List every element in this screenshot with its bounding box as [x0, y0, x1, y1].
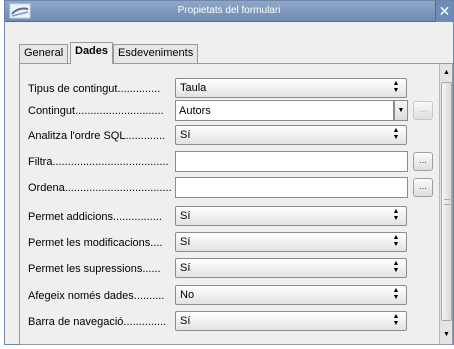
allow-modifications-value: Sí	[180, 236, 191, 248]
navigation-bar-value: Sí	[180, 315, 191, 327]
navigation-bar-label: Barra de navegació..............	[28, 316, 167, 328]
title-bar[interactable]: Propietats del formulari ✕	[5, 1, 453, 22]
tab-dades[interactable]: Dades	[70, 42, 114, 64]
filter-field[interactable]	[175, 151, 408, 172]
allow-modifications-listbox[interactable]: Sí ▲ ▼	[175, 232, 407, 252]
row-sort: Ordena..................................…	[20, 176, 436, 202]
close-button[interactable]: ✕	[435, 1, 453, 22]
chevron-down-icon: ▼	[397, 107, 405, 114]
add-data-only-value: No	[180, 289, 195, 301]
allow-deletions-listbox[interactable]: Sí ▲ ▼	[175, 258, 407, 278]
scroll-down-arrow-icon[interactable]: ▼	[440, 328, 452, 342]
form-properties-dialog: Propietats del formulari ✕ General Dades…	[4, 0, 454, 345]
navigation-bar-listbox[interactable]: Sí ▲ ▼	[175, 311, 407, 331]
content-type-listbox[interactable]: Taula ▲ ▼	[175, 78, 407, 98]
content-type-value: Taula	[180, 82, 207, 94]
tab-esdeveniments[interactable]: Esdeveniments	[113, 44, 199, 63]
scroll-up-arrow-icon[interactable]: ▲	[440, 66, 452, 80]
add-data-only-label: Afegeix només dades..........	[28, 290, 165, 302]
sort-ellipsis-button[interactable]: ...	[413, 178, 433, 197]
content-ellipsis-button[interactable]: ...	[413, 101, 433, 120]
spin-arrows-icon: ▲ ▼	[392, 127, 400, 141]
allow-additions-value: Sí	[180, 210, 191, 222]
analyze-sql-label: Analitza l'ordre SQL.............	[28, 130, 166, 142]
content-label: Contingut.............................	[28, 105, 164, 117]
add-data-only-listbox[interactable]: No ▲ ▼	[175, 285, 407, 305]
spin-arrows-icon: ▲ ▼	[392, 80, 400, 94]
grip-icon	[444, 199, 450, 205]
allow-modifications-label: Permet les modificacions....	[28, 237, 163, 249]
vertical-scrollbar[interactable]: ▲ ▼	[439, 64, 452, 344]
close-icon: ✕	[438, 3, 451, 19]
row-filter: Filtra..................................…	[20, 150, 436, 176]
allow-deletions-value: Sí	[180, 262, 191, 274]
row-allow-additions: Permet addicions................ Sí ▲ ▼	[20, 205, 436, 231]
content-value: Autors	[179, 105, 211, 117]
data-properties-panel: Tipus de contingut.............. Taula ▲…	[19, 63, 453, 345]
spin-arrows-icon: ▲ ▼	[392, 287, 400, 301]
tab-general[interactable]: General	[19, 44, 69, 63]
spin-arrows-icon: ▲ ▼	[392, 313, 400, 327]
spin-arrows-icon: ▲ ▼	[392, 234, 400, 248]
spin-arrows-icon: ▲ ▼	[392, 208, 400, 222]
row-navigation-bar: Barra de navegació.............. Sí ▲ ▼	[20, 310, 436, 336]
row-analyze-sql: Analitza l'ordre SQL............. Sí ▲ ▼	[20, 124, 436, 150]
row-content: Contingut............................. A…	[20, 99, 436, 125]
allow-deletions-label: Permet les supressions......	[28, 263, 161, 275]
scroll-thumb[interactable]	[441, 82, 452, 321]
row-allow-deletions: Permet les supressions...... Sí ▲ ▼	[20, 257, 436, 283]
allow-additions-listbox[interactable]: Sí ▲ ▼	[175, 206, 407, 226]
sort-label: Ordena..................................…	[28, 182, 172, 194]
analyze-sql-listbox[interactable]: Sí ▲ ▼	[175, 125, 407, 145]
filter-ellipsis-button[interactable]: ...	[413, 152, 433, 171]
content-combobox[interactable]: Autors	[175, 100, 394, 121]
content-dropdown-button[interactable]: ▼	[394, 100, 408, 121]
analyze-sql-value: Sí	[180, 129, 191, 141]
spin-arrows-icon: ▲ ▼	[392, 260, 400, 274]
filter-label: Filtra..................................…	[28, 156, 169, 168]
allow-additions-label: Permet addicions................	[28, 211, 162, 223]
row-add-data-only: Afegeix només dades.......... No ▲ ▼	[20, 284, 436, 310]
content-type-label: Tipus de contingut..............	[28, 83, 161, 95]
row-allow-modifications: Permet les modificacions.... Sí ▲ ▼	[20, 231, 436, 257]
sort-field[interactable]	[175, 177, 408, 198]
dialog-title: Propietats del formulari	[177, 5, 281, 16]
